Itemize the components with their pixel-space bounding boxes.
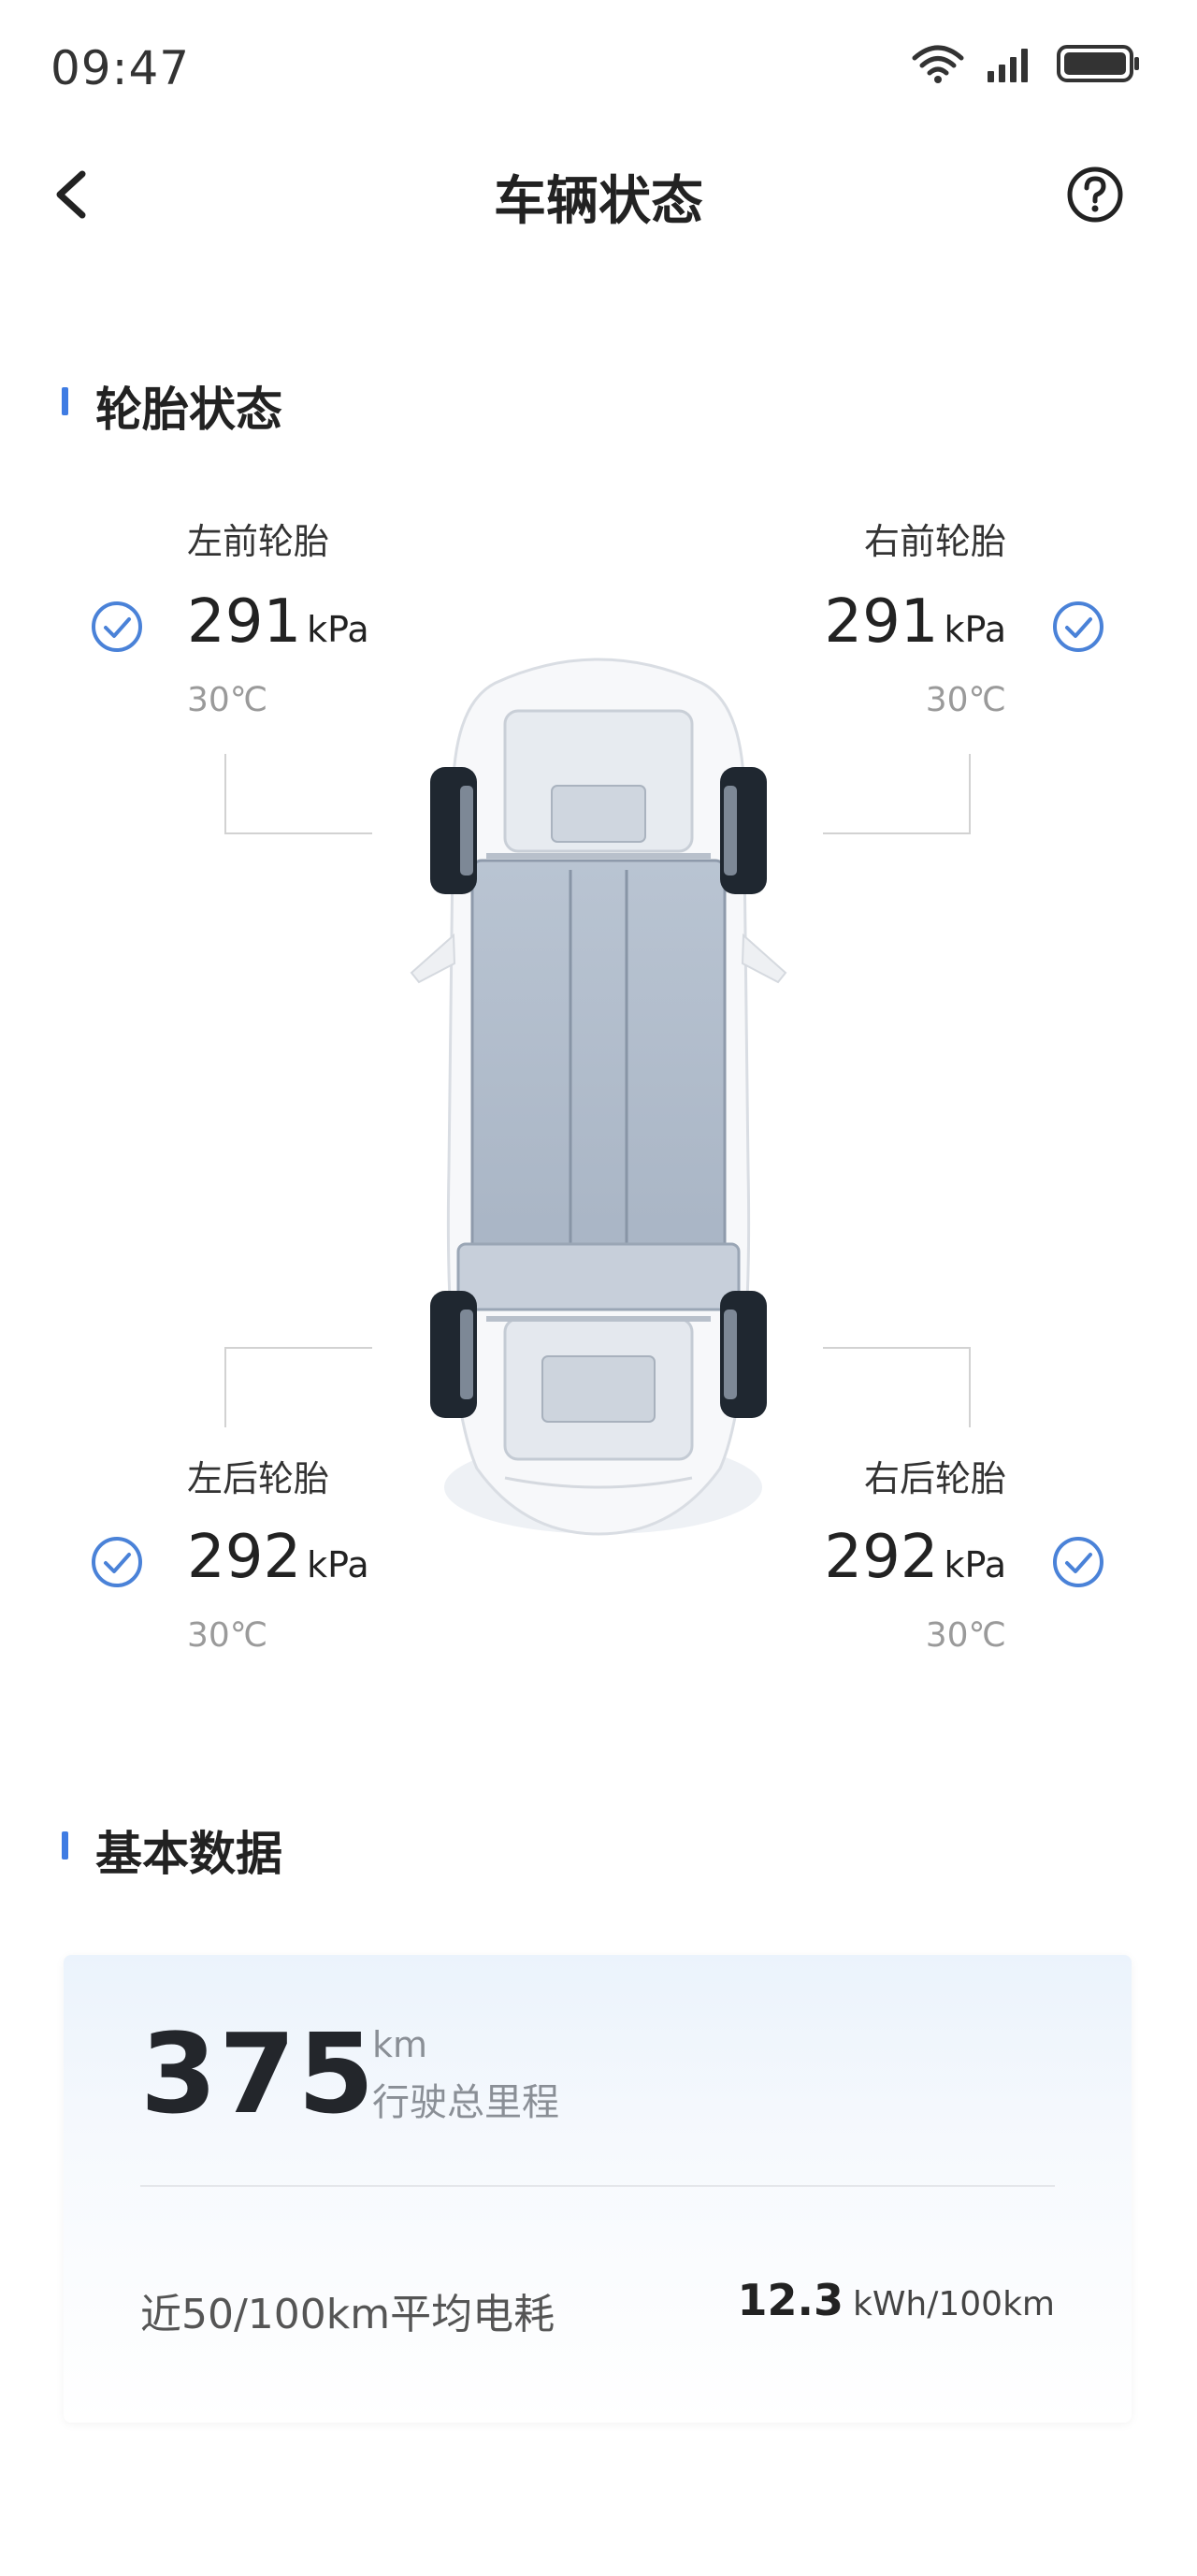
consumption-value-group: 12.3 kWh/100km bbox=[737, 2275, 1055, 2325]
help-circle-icon bbox=[1067, 166, 1123, 223]
tire-section-title: 轮胎状态 bbox=[95, 383, 282, 437]
mileage-value: 375 bbox=[140, 2009, 377, 2138]
status-icons bbox=[911, 43, 1141, 84]
tire-temperature: 30℃ bbox=[925, 1616, 1006, 1655]
mileage-label: 行驶总里程 bbox=[372, 2081, 559, 2124]
consumption-unit: kWh/100km bbox=[852, 2285, 1055, 2323]
tire-temperature: 30℃ bbox=[187, 1616, 268, 1655]
section-marker bbox=[62, 1831, 68, 1860]
wifi-icon bbox=[912, 45, 964, 83]
tire-name: 右后轮胎 bbox=[863, 1458, 1006, 1499]
connector-front-right bbox=[823, 754, 971, 834]
consumption-label: 近50/100km平均电耗 bbox=[140, 2291, 555, 2338]
connector-front-left bbox=[224, 754, 372, 834]
check-circle-icon bbox=[1053, 1537, 1103, 1587]
tire-name: 左后轮胎 bbox=[187, 1458, 330, 1499]
connector-rear-left bbox=[224, 1347, 372, 1427]
connector-rear-right bbox=[823, 1347, 971, 1427]
tire-temperature: 30℃ bbox=[187, 681, 268, 719]
consumption-value: 12.3 bbox=[737, 2275, 844, 2325]
tire-name: 右前轮胎 bbox=[863, 521, 1006, 562]
check-circle-icon bbox=[1053, 601, 1103, 652]
tire-pressure: 292 kPa bbox=[187, 1523, 369, 1592]
car-illustration bbox=[410, 658, 787, 1536]
status-time: 09:47 bbox=[50, 41, 191, 95]
check-circle-icon bbox=[92, 601, 142, 652]
signal-icon bbox=[988, 49, 1028, 82]
battery-icon bbox=[1057, 45, 1139, 82]
section-marker bbox=[62, 387, 68, 415]
basic-section-title: 基本数据 bbox=[95, 1827, 282, 1881]
check-circle-icon bbox=[92, 1537, 142, 1587]
tire-pressure: 291 kPa bbox=[824, 587, 1006, 657]
tire-name: 左前轮胎 bbox=[187, 521, 330, 562]
mileage-unit: km bbox=[372, 2024, 428, 2065]
divider bbox=[140, 2185, 1055, 2187]
page-title: 车辆状态 bbox=[494, 171, 703, 232]
tire-temperature: 30℃ bbox=[925, 681, 1006, 719]
tire-pressure: 291 kPa bbox=[187, 587, 369, 657]
help-button[interactable] bbox=[1066, 166, 1124, 224]
tire-pressure: 292 kPa bbox=[824, 1523, 1006, 1592]
